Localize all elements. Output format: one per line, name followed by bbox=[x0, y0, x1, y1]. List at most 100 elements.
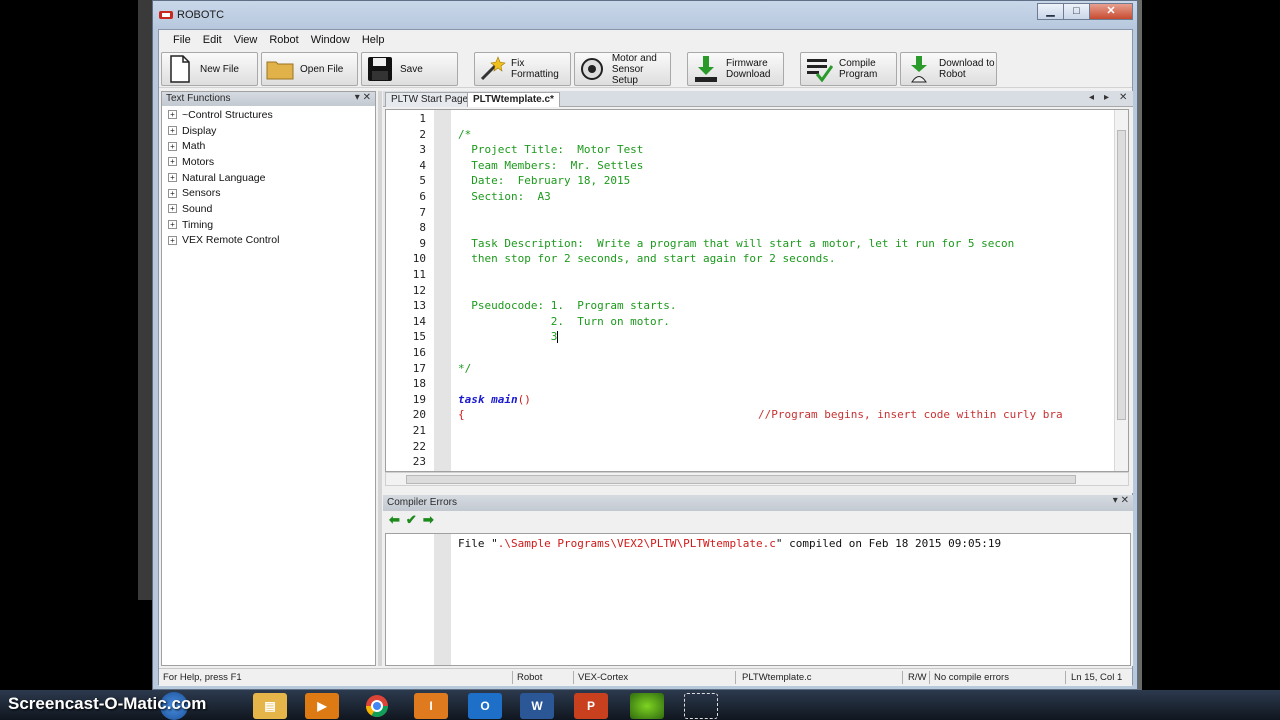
tree-item-control-structures[interactable]: + ~Control Structures bbox=[162, 107, 375, 123]
line-text: then stop for 2 seconds, and start again… bbox=[458, 252, 836, 266]
compile-checklist-icon bbox=[804, 54, 834, 84]
powerpoint-icon[interactable]: P bbox=[574, 693, 608, 719]
motor-setup-label-line2: Sensor Setup bbox=[611, 63, 644, 86]
line-number: 14 bbox=[412, 314, 426, 328]
status-separator bbox=[512, 671, 513, 684]
compile-label-line2: Program bbox=[839, 69, 878, 80]
tree-item-natural-language[interactable]: + Natural Language bbox=[162, 170, 375, 186]
tab-pltwtemplate[interactable]: PLTWtemplate.c* bbox=[467, 92, 560, 107]
media-player-icon[interactable]: ▶ bbox=[305, 693, 339, 719]
expand-icon[interactable]: + bbox=[168, 157, 177, 167]
compiler-errors-header: Compiler Errors ▾ ✕ bbox=[383, 495, 1133, 511]
line-number: 1 bbox=[419, 112, 426, 125]
fix-formatting-button[interactable]: Fix Formatting bbox=[474, 52, 571, 86]
expand-icon[interactable]: + bbox=[168, 235, 177, 245]
tab-scroll-left-icon[interactable]: ◂ bbox=[1089, 92, 1094, 103]
close-window-button[interactable]: ✕ bbox=[1089, 3, 1133, 20]
menu-window[interactable]: Window bbox=[305, 30, 356, 50]
tree-item-sound[interactable]: + Sound bbox=[162, 201, 375, 217]
new-file-button[interactable]: New File bbox=[161, 52, 258, 86]
open-file-button[interactable]: Open File bbox=[261, 52, 358, 86]
snipping-tool-icon[interactable] bbox=[684, 693, 718, 719]
tree-item-vex-remote-control[interactable]: + VEX Remote Control bbox=[162, 233, 375, 249]
compile-file-path: .\Sample Programs\VEX2\PLTW\PLTWtemplate… bbox=[497, 537, 776, 550]
status-robot: Robot bbox=[517, 672, 543, 683]
maximize-button[interactable]: □ bbox=[1063, 3, 1089, 20]
folder-icon bbox=[265, 54, 295, 84]
next-error-arrow-icon[interactable]: ➡ bbox=[423, 512, 434, 528]
screencast-watermark: Screencast-O-Matic.com bbox=[8, 694, 207, 713]
minimize-button[interactable]: ▁ bbox=[1037, 3, 1063, 20]
status-cursor-position: Ln 15, Col 1 bbox=[1071, 672, 1123, 683]
task-main-parens: () bbox=[517, 392, 531, 406]
line-number: 20 bbox=[412, 408, 426, 422]
previous-error-arrow-icon[interactable]: ⬅ bbox=[389, 512, 400, 528]
compiler-errors-panel: Compiler Errors ▾ ✕ ⬅ ✔ ➡ File ".\Sample… bbox=[383, 495, 1133, 666]
expand-icon[interactable]: + bbox=[168, 110, 177, 120]
word-icon[interactable]: W bbox=[520, 693, 554, 719]
chrome-icon[interactable] bbox=[360, 693, 394, 719]
editor-horizontal-scrollbar[interactable] bbox=[385, 472, 1129, 486]
editor-vertical-scrollbar[interactable] bbox=[1114, 110, 1128, 471]
tree-item-display[interactable]: + Display bbox=[162, 123, 375, 139]
tree-item-motors[interactable]: + Motors bbox=[162, 154, 375, 170]
outlook-icon[interactable]: O bbox=[468, 693, 502, 719]
menu-view[interactable]: View bbox=[228, 30, 264, 50]
new-file-label: New File bbox=[200, 63, 239, 75]
tree-item-math[interactable]: + Math bbox=[162, 138, 375, 154]
compile-label-line1: Compile bbox=[839, 58, 876, 69]
file-explorer-icon[interactable]: ▤ bbox=[253, 693, 287, 719]
line-text: /* bbox=[458, 127, 472, 141]
line-number: 8 bbox=[419, 221, 426, 235]
panel-splitter[interactable] bbox=[378, 91, 382, 666]
inventor-icon[interactable]: I bbox=[414, 693, 448, 719]
dropdown-arrow-icon[interactable]: ▾ bbox=[355, 92, 360, 103]
dropdown-arrow-icon[interactable]: ▾ bbox=[1113, 495, 1118, 506]
expand-icon[interactable]: + bbox=[168, 220, 177, 230]
firmware-download-button[interactable]: Firmware Download bbox=[687, 52, 784, 86]
vertical-scroll-thumb[interactable] bbox=[1117, 130, 1126, 420]
line-number: 23 bbox=[412, 455, 426, 469]
download-to-robot-button[interactable]: Download to Robot bbox=[900, 52, 997, 86]
line-number: 17 bbox=[412, 361, 426, 375]
status-file: PLTWtemplate.c bbox=[742, 672, 812, 683]
expand-icon[interactable]: + bbox=[168, 204, 177, 214]
motor-sensor-setup-button[interactable]: Motor and Sensor Setup bbox=[574, 52, 671, 86]
firmware-download-icon bbox=[691, 54, 721, 84]
line-text: Pseudocode: 1. Program starts. bbox=[458, 299, 677, 313]
tab-scroll-right-icon[interactable]: ▸ bbox=[1104, 92, 1109, 103]
expand-icon[interactable]: + bbox=[168, 141, 177, 151]
title-bar[interactable]: ROBOTC ▁ □ ✕ bbox=[153, 1, 1137, 29]
tab-pltw-start-page[interactable]: PLTW Start Page bbox=[385, 92, 475, 107]
expand-icon[interactable]: + bbox=[168, 126, 177, 136]
line-number: 21 bbox=[412, 424, 426, 437]
save-button[interactable]: Save bbox=[361, 52, 458, 86]
checkmark-icon[interactable]: ✔ bbox=[406, 512, 417, 528]
expand-icon[interactable]: + bbox=[168, 188, 177, 198]
menu-file[interactable]: File bbox=[167, 30, 197, 50]
status-separator bbox=[573, 671, 574, 684]
menu-robot[interactable]: Robot bbox=[263, 30, 304, 50]
code-editor[interactable]: 1 2 /* 3 Project Title: Motor Test 4 Team… bbox=[385, 109, 1129, 472]
status-separator bbox=[1065, 671, 1066, 684]
download-label-line1: Download to bbox=[939, 58, 995, 69]
close-panel-icon[interactable]: ✕ bbox=[363, 92, 371, 103]
line-number: 11 bbox=[412, 268, 426, 281]
tree-item-label: Motors bbox=[182, 155, 215, 168]
tree-item-timing[interactable]: + Timing bbox=[162, 217, 375, 233]
horizontal-scroll-thumb[interactable] bbox=[406, 475, 1076, 484]
robotc-taskbar-icon[interactable] bbox=[630, 693, 664, 719]
motor-gear-icon bbox=[578, 54, 607, 84]
compile-message: File ".\Sample Programs\VEX2\PLTW\PLTWte… bbox=[458, 537, 1001, 550]
download-label: Download to Robot bbox=[939, 58, 995, 80]
firmware-label-line2: Download bbox=[726, 69, 771, 80]
menu-help[interactable]: Help bbox=[356, 30, 391, 50]
close-panel-icon[interactable]: ✕ bbox=[1121, 495, 1129, 506]
line-number: 13 bbox=[412, 299, 426, 313]
menu-edit[interactable]: Edit bbox=[197, 30, 228, 50]
close-tab-icon[interactable]: ✕ bbox=[1119, 92, 1127, 103]
compile-program-button[interactable]: Compile Program bbox=[800, 52, 897, 86]
status-separator bbox=[735, 671, 736, 684]
tree-item-sensors[interactable]: + Sensors bbox=[162, 185, 375, 201]
expand-icon[interactable]: + bbox=[168, 173, 177, 183]
